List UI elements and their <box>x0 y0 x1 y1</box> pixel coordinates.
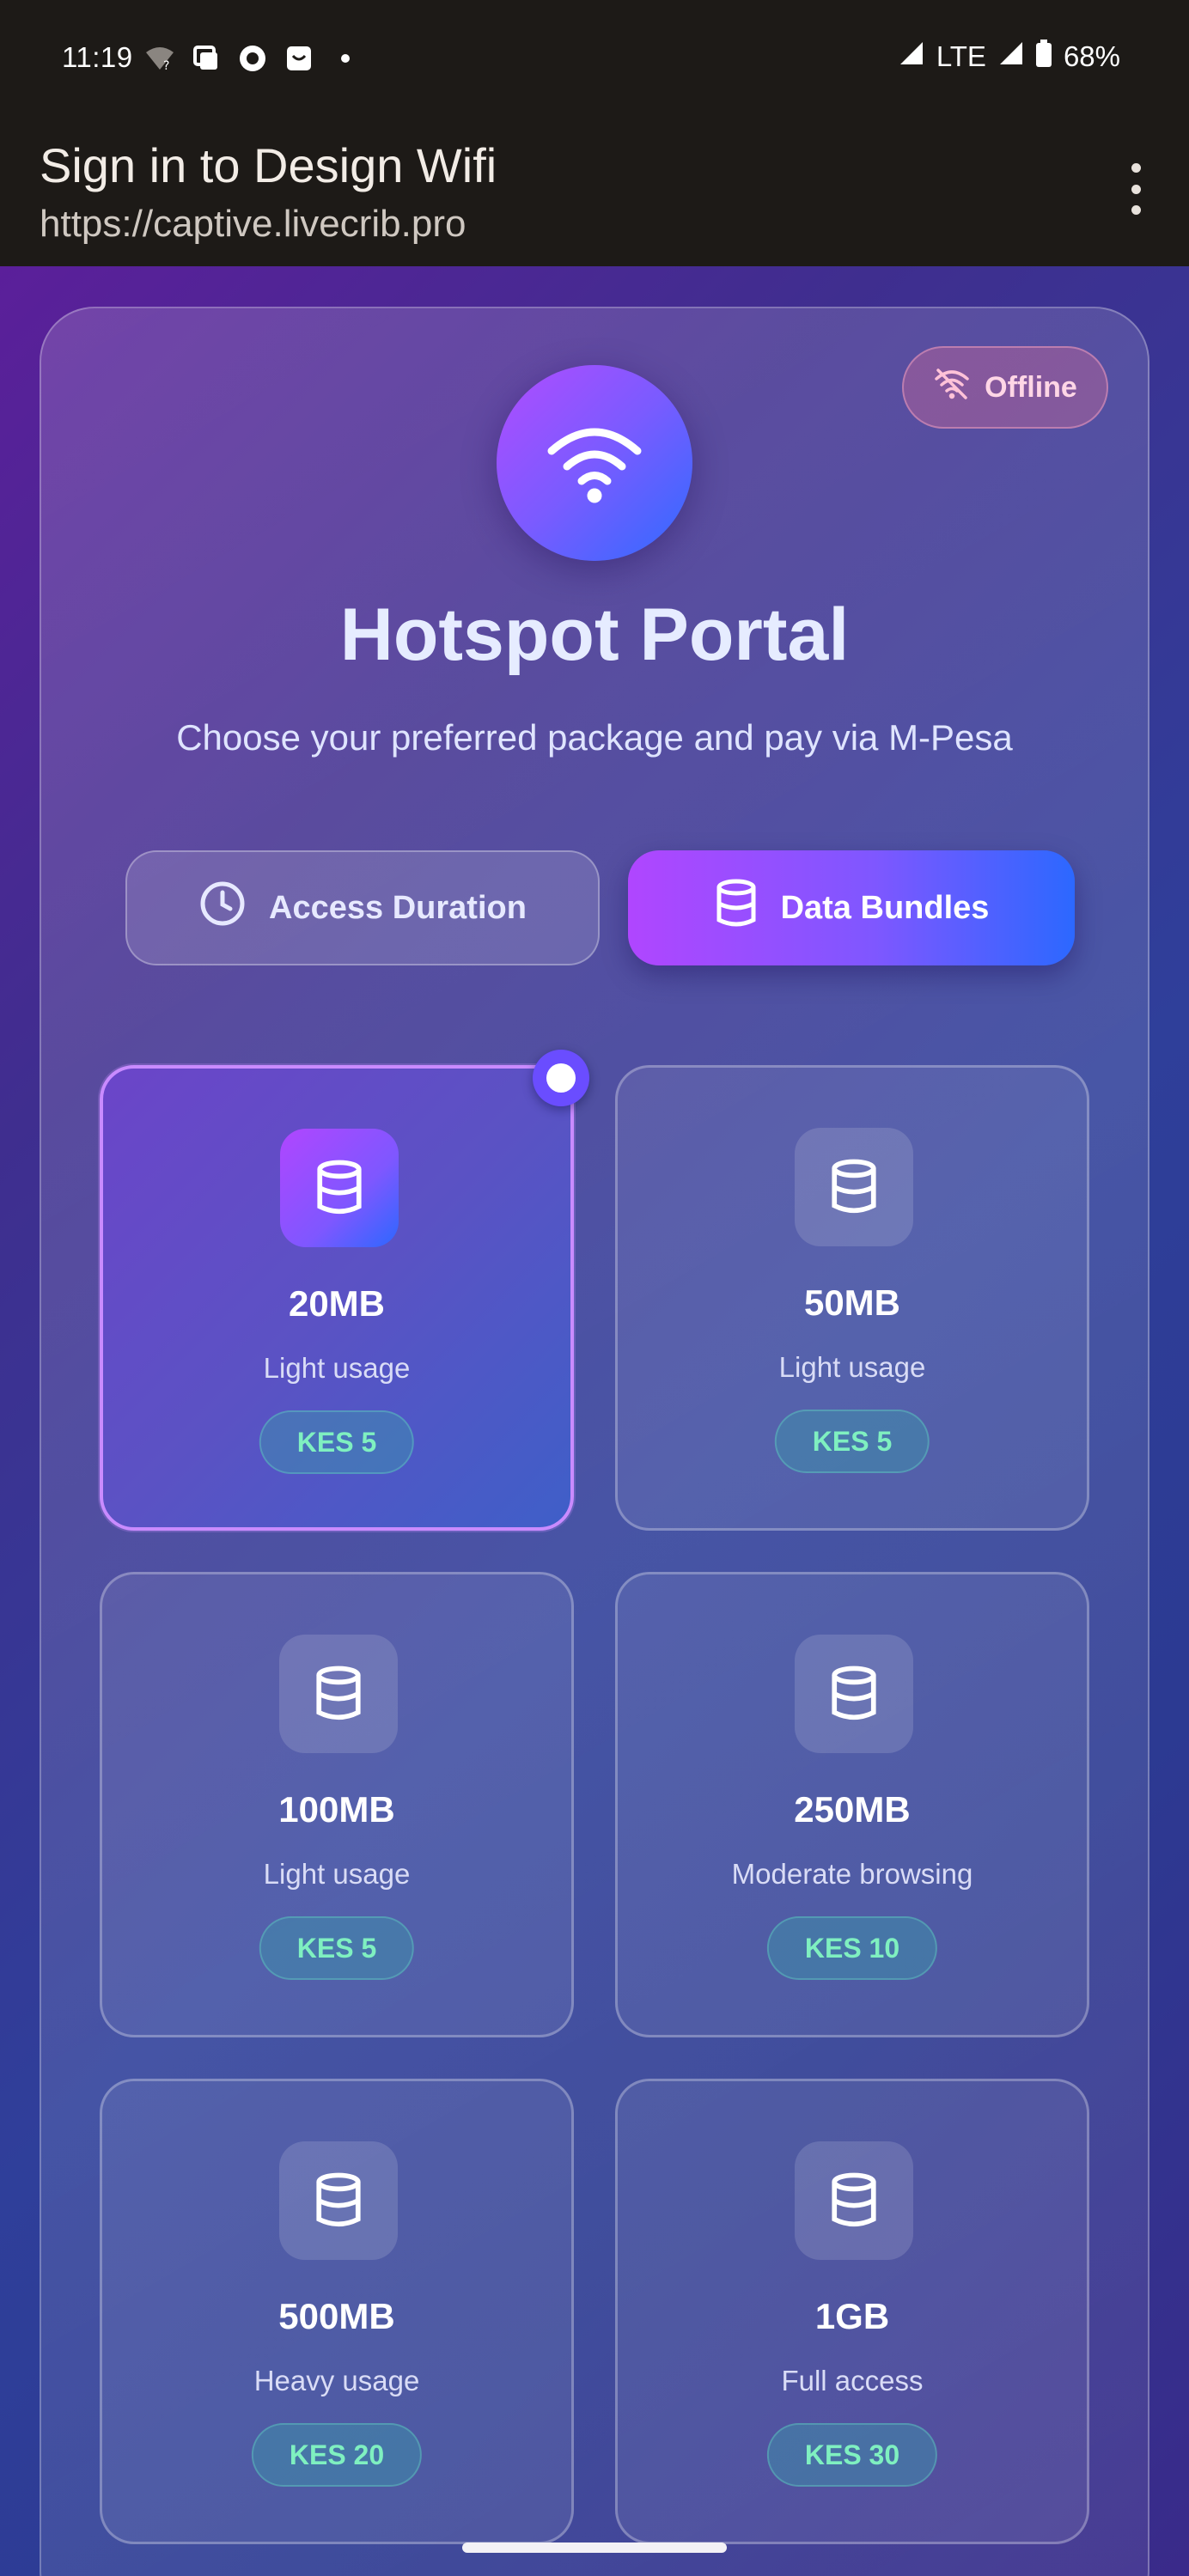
battery-icon <box>1035 40 1052 74</box>
dot-icon <box>330 43 361 74</box>
database-icon <box>280 1129 399 1247</box>
package-size: 100MB <box>278 1789 395 1830</box>
status-right: LTE 68% <box>899 40 1120 74</box>
package-price: KES 30 <box>766 2423 938 2487</box>
network-type: LTE <box>936 40 986 72</box>
status-bar: 11:19 ? LTE 68% <box>0 0 1189 120</box>
package-price: KES 5 <box>259 1410 415 1474</box>
package-card-20mb[interactable]: 20MB Light usage KES 5 <box>100 1065 574 1531</box>
package-price: KES 5 <box>774 1410 930 1473</box>
package-size: 50MB <box>803 1282 901 1323</box>
package-description: Light usage <box>263 1352 411 1384</box>
selected-indicator-icon <box>533 1050 589 1106</box>
offline-label: Offline <box>985 370 1077 404</box>
portal-title: Hotspot Portal <box>339 594 850 676</box>
home-indicator[interactable] <box>462 2543 727 2553</box>
package-description: Light usage <box>778 1351 926 1383</box>
package-description: Heavy usage <box>253 2365 420 2396</box>
package-size: 20MB <box>288 1283 386 1324</box>
package-size: 250MB <box>794 1789 911 1830</box>
wifi-off-icon <box>933 367 971 409</box>
package-card-500mb[interactable]: 500MB Heavy usage KES 20 <box>100 2079 574 2544</box>
signal-icon-2 <box>998 40 1024 73</box>
package-size: 500MB <box>278 2296 395 2336</box>
database-icon <box>279 1635 398 1753</box>
database-icon <box>795 1128 913 1246</box>
database-icon <box>279 2141 398 2260</box>
portal-subtitle: Choose your preferred package and pay vi… <box>176 717 1013 758</box>
page-title: Sign in to Design Wifi <box>40 138 497 192</box>
database-icon <box>795 1635 913 1753</box>
package-description: Light usage <box>263 1858 411 1890</box>
notification-icons: ? <box>144 43 361 74</box>
tab-data-bundles[interactable]: Data Bundles <box>628 850 1075 965</box>
status-time: 11:19 <box>62 41 133 73</box>
package-card-100mb[interactable]: 100MB Light usage KES 5 <box>100 1572 574 2037</box>
database-icon <box>795 2141 913 2260</box>
wifi-logo <box>497 365 692 561</box>
offline-badge: Offline <box>902 346 1108 429</box>
signal-icon <box>899 40 924 73</box>
package-description: Moderate browsing <box>731 1858 973 1890</box>
database-icon <box>714 879 759 937</box>
more-options-icon[interactable] <box>1119 163 1153 215</box>
tab-access-duration[interactable]: Access Duration <box>125 850 600 965</box>
clock-icon <box>198 880 247 936</box>
package-price: KES 10 <box>766 1916 938 1980</box>
svg-text:?: ? <box>163 59 169 71</box>
package-price: KES 5 <box>259 1916 415 1980</box>
package-size: 1GB <box>814 2296 890 2336</box>
tab-data-bundles-label: Data Bundles <box>780 889 990 926</box>
cast-icon <box>191 43 222 74</box>
wifi-icon <box>543 418 646 509</box>
wifi-question-icon: ? <box>144 43 175 74</box>
app-bar: Sign in to Design Wifi https://captive.l… <box>0 120 1189 266</box>
package-description: Full access <box>781 2365 924 2396</box>
record-icon <box>237 43 268 74</box>
package-price: KES 20 <box>251 2423 423 2487</box>
package-card-50mb[interactable]: 50MB Light usage KES 5 <box>615 1065 1089 1531</box>
package-card-250mb[interactable]: 250MB Moderate browsing KES 10 <box>615 1572 1089 2037</box>
package-card-1gb[interactable]: 1GB Full access KES 30 <box>615 2079 1089 2544</box>
bag-icon <box>284 43 314 74</box>
battery-level: 68% <box>1063 40 1120 72</box>
tab-access-duration-label: Access Duration <box>269 889 527 926</box>
page-url: https://captive.livecrib.pro <box>40 203 466 245</box>
